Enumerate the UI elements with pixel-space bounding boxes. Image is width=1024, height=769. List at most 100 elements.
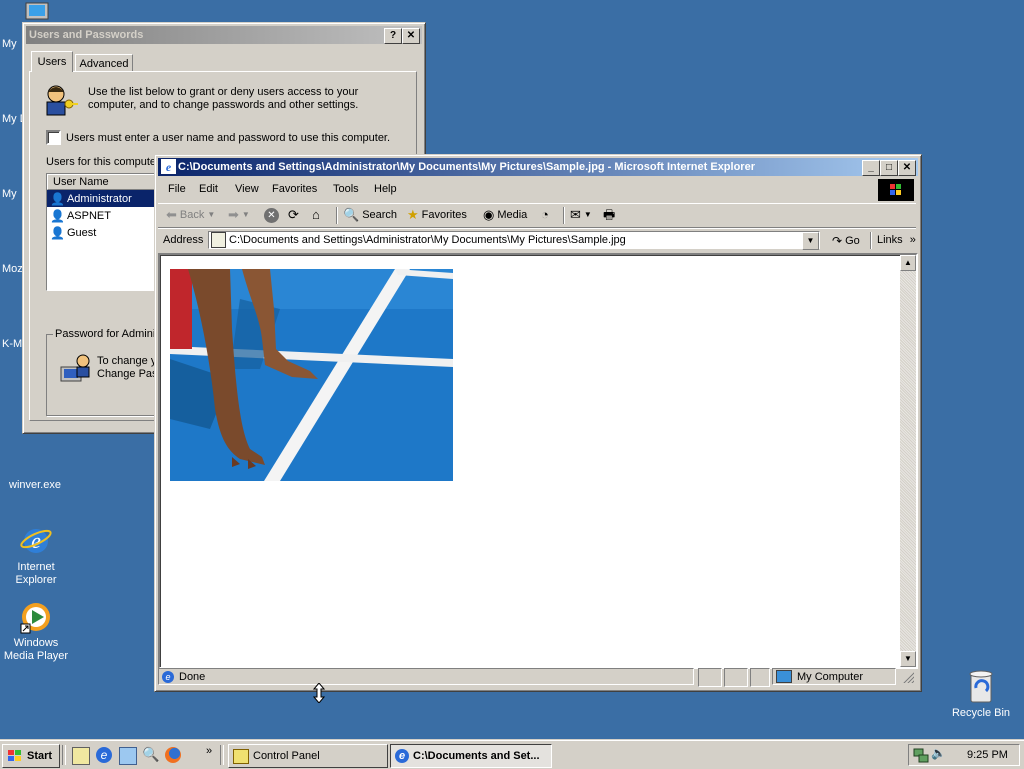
ie-title: C:\Documents and Settings\Administrator\…: [178, 161, 755, 173]
start-button[interactable]: Start: [2, 744, 60, 768]
standard-toolbar: ⬅ Back ▼ ➡ ▼ ✕ ⟳ ⌂ 🔍 Search ★ Favorites …: [158, 203, 916, 228]
content-area[interactable]: ▲ ▼: [158, 253, 918, 669]
chevron-down-icon: ▼: [583, 210, 592, 219]
password-group-title: Password for Adminis: [53, 328, 163, 340]
scroll-down-button[interactable]: ▼: [900, 651, 916, 667]
quick-launch-search-icon[interactable]: 🔍: [142, 746, 159, 763]
desktop-icon-recycle-bin[interactable]: Recycle Bin: [946, 668, 1016, 720]
desktop-icon-winver[interactable]: winver.exe: [0, 479, 70, 492]
quick-launch-firefox-icon[interactable]: [165, 747, 181, 763]
print-icon: 🖶: [603, 207, 616, 222]
resize-grip-icon[interactable]: [902, 671, 914, 683]
desktop-label-cut: K-M: [2, 338, 23, 350]
sample-picture[interactable]: [170, 269, 453, 481]
favorites-button[interactable]: ★ Favorites: [407, 204, 467, 226]
history-button[interactable]: ◔: [541, 204, 549, 226]
desktop-icon-label: Windows Media Player: [3, 637, 69, 662]
document-icon: [211, 232, 226, 248]
taskbar-separator: [220, 745, 224, 765]
my-computer-icon[interactable]: [24, 2, 50, 22]
quick-launch-network-icon[interactable]: [119, 747, 137, 765]
status-pane: [698, 668, 722, 687]
tray-network-icon[interactable]: [913, 747, 929, 763]
minimize-button[interactable]: _: [862, 160, 880, 176]
menu-favorites[interactable]: Favorites: [266, 179, 323, 199]
maximize-button[interactable]: □: [880, 160, 898, 176]
forward-arrow-icon: ➡: [228, 207, 239, 222]
tab-users[interactable]: Users: [31, 51, 73, 72]
menu-file[interactable]: File: [162, 179, 192, 199]
user-icon: 👤: [50, 208, 65, 223]
control-panel-icon: [233, 748, 249, 764]
forward-button[interactable]: ➡ ▼: [228, 204, 250, 226]
password-text: To change y Change Pas: [97, 355, 158, 380]
menu-tools[interactable]: Tools: [327, 179, 365, 199]
chevron-down-icon: ▼: [207, 210, 216, 219]
search-button[interactable]: 🔍 Search: [343, 204, 397, 226]
task-control-panel[interactable]: Control Panel: [228, 744, 388, 768]
require-login-checkbox[interactable]: Users must enter a user name and passwor…: [46, 130, 390, 145]
my-computer-zone-icon: [776, 670, 792, 683]
desktop-icon-label: winver.exe: [9, 479, 61, 491]
status-pane: [750, 668, 770, 687]
dialog-titlebar[interactable]: Users and Passwords ? ✕: [26, 26, 422, 44]
scroll-up-button[interactable]: ▲: [900, 255, 916, 271]
go-arrow-icon: ↷: [832, 234, 843, 248]
menu-edit[interactable]: Edit: [193, 179, 224, 199]
system-tray: 🔈 9:25 PM: [908, 744, 1020, 766]
tray-speaker-icon[interactable]: 🔈: [931, 746, 946, 760]
menu-help[interactable]: Help: [368, 179, 403, 199]
dialog-title: Users and Passwords: [29, 29, 144, 41]
address-dropdown-button[interactable]: ▼: [802, 232, 819, 250]
desktop-icon-internet-explorer[interactable]: e Internet Explorer: [1, 524, 71, 587]
home-button[interactable]: ⌂: [312, 204, 320, 226]
links-button[interactable]: Links »: [877, 234, 916, 246]
tab-advanced[interactable]: Advanced: [75, 54, 133, 72]
search-icon: 🔍: [343, 207, 360, 222]
go-button[interactable]: ↷ Go: [832, 230, 860, 252]
menu-view[interactable]: View: [229, 179, 265, 199]
media-player-icon: [19, 600, 53, 634]
close-button[interactable]: ✕: [402, 28, 420, 44]
quick-launch-desktop-icon[interactable]: [72, 747, 90, 765]
quick-launch-ie-icon[interactable]: e: [96, 747, 112, 763]
refresh-icon: ⟳: [288, 207, 299, 222]
toolbar-separator: [563, 207, 565, 224]
stop-icon: ✕: [264, 207, 279, 223]
media-button[interactable]: ◉ Media: [483, 204, 527, 226]
close-button[interactable]: ✕: [898, 160, 916, 176]
stop-button[interactable]: ✕: [264, 204, 279, 226]
zone-pane: My Computer: [772, 668, 896, 685]
ie-titlebar[interactable]: e C:\Documents and Settings\Administrato…: [158, 158, 918, 176]
user-icon: 👤: [50, 191, 65, 206]
desktop-icon-windows-media-player[interactable]: Windows Media Player: [1, 600, 71, 663]
address-label: Address: [163, 234, 204, 246]
chevron-right-icon: »: [909, 234, 916, 246]
history-icon: ◔: [541, 207, 549, 222]
user-icon: 👤: [50, 225, 65, 240]
vertical-scrollbar[interactable]: ▲ ▼: [900, 255, 916, 667]
status-pane: [724, 668, 748, 687]
address-input[interactable]: C:\Documents and Settings\Administrator\…: [208, 231, 820, 250]
print-button[interactable]: 🖶: [603, 204, 615, 226]
quicklaunch-chevron-icon[interactable]: »: [206, 745, 212, 757]
clock[interactable]: 9:25 PM: [967, 749, 1008, 761]
internet-explorer-icon: e: [19, 524, 53, 558]
favorites-star-icon: ★: [407, 207, 419, 222]
address-bar: Address C:\Documents and Settings\Admini…: [158, 228, 916, 253]
mail-button[interactable]: ✉ ▼: [570, 204, 592, 226]
computer-key-icon: [59, 353, 93, 385]
desktop-label-cut: Moz: [2, 263, 23, 275]
task-internet-explorer[interactable]: e C:\Documents and Set...: [390, 744, 552, 768]
desktop-icon-label: Internet Explorer: [15, 561, 57, 586]
ie-page-icon: e: [162, 670, 174, 683]
back-button[interactable]: ⬅ Back ▼: [166, 204, 215, 226]
desktop-label-cut: My: [2, 38, 17, 50]
refresh-button[interactable]: ⟳: [288, 204, 299, 226]
svg-text:e: e: [166, 160, 172, 174]
desktop-icon-label: Recycle Bin: [951, 707, 1011, 719]
help-button[interactable]: ?: [384, 28, 402, 44]
desktop-label-cut: My: [2, 188, 17, 200]
resize-cursor-icon: [312, 682, 326, 704]
internet-explorer-window: e C:\Documents and Settings\Administrato…: [154, 154, 922, 692]
